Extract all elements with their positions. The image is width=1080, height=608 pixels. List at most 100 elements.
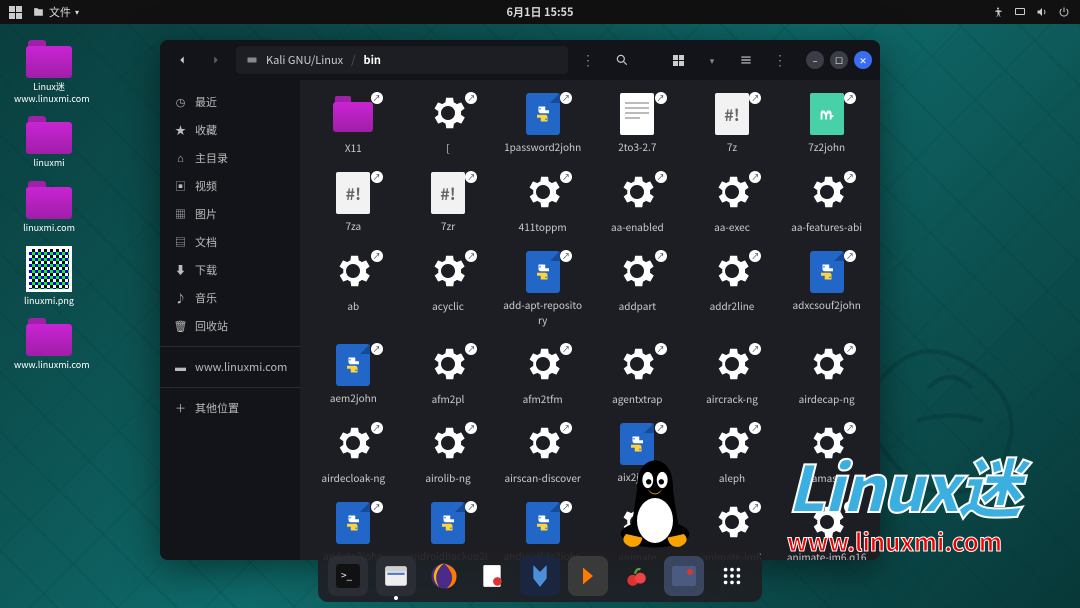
file-item[interactable]: ↗7z2john xyxy=(783,88,870,163)
back-button[interactable] xyxy=(168,46,196,74)
dock-burp[interactable] xyxy=(568,556,608,596)
clock[interactable]: 6月1日 15:55 xyxy=(506,4,573,20)
python-icon xyxy=(336,502,370,544)
file-item[interactable]: ↗aix2john xyxy=(594,418,681,493)
file-label: afm2pl xyxy=(407,391,490,406)
file-label: ab xyxy=(312,298,395,313)
symlink-icon: ↗ xyxy=(844,250,856,262)
file-item[interactable]: ↗aa-exec xyxy=(689,167,776,242)
sidebar-item[interactable]: ▤文档 xyxy=(160,228,300,256)
file-item[interactable]: ↗airolib-ng xyxy=(405,418,492,493)
file-item[interactable]: ↗amass xyxy=(783,418,870,493)
file-item[interactable]: ↗[ xyxy=(405,88,492,163)
file-item[interactable]: ↗agentxtrap xyxy=(594,339,681,414)
dock-cherrytree[interactable] xyxy=(616,556,656,596)
file-item[interactable]: ↗411toppm xyxy=(499,167,586,242)
dock-firefox[interactable] xyxy=(424,556,464,596)
sidebar-item[interactable]: ♪音乐 xyxy=(160,284,300,312)
gear-icon xyxy=(331,250,375,294)
file-item[interactable]: ↗airscan-discover xyxy=(499,418,586,493)
file-item[interactable]: ↗aleph xyxy=(689,418,776,493)
file-label: 2to3-2.7 xyxy=(596,139,679,154)
file-item[interactable]: ↗1password2john xyxy=(499,88,586,163)
path-menu-button[interactable]: ⋮ xyxy=(574,46,602,74)
file-item[interactable]: ↗aircrack-ng xyxy=(689,339,776,414)
dock-recorder[interactable] xyxy=(664,556,704,596)
desktop-item[interactable]: www.linuxmi.com xyxy=(14,318,84,371)
sidebar-item[interactable]: ▣视频 xyxy=(160,172,300,200)
file-item[interactable]: ↗add-apt-repository xyxy=(499,246,586,335)
sidebar-item[interactable]: ▦图片 xyxy=(160,200,300,228)
sidebar-item[interactable]: ★收藏 xyxy=(160,116,300,144)
accessibility-icon[interactable] xyxy=(992,6,1004,18)
sidebar-item[interactable]: ⬇下载 xyxy=(160,256,300,284)
file-item[interactable]: ↗aem2john xyxy=(310,339,397,414)
file-item[interactable]: ↗airdecloak-ng xyxy=(310,418,397,493)
file-item[interactable]: ↗ab xyxy=(310,246,397,335)
file-item[interactable]: ↗#!7z xyxy=(689,88,776,163)
script-icon: #! xyxy=(715,93,749,135)
app-menu[interactable]: 文件 ▾ xyxy=(32,4,79,20)
activities-icon[interactable] xyxy=(8,5,22,19)
path-bar[interactable]: Kali GNU/Linux / bin xyxy=(236,46,568,74)
file-manager-window: Kali GNU/Linux / bin ⋮ ▾ ⋮ – ☐ ✕ ◷最近★收藏⌂… xyxy=(160,40,880,560)
gear-icon xyxy=(426,422,470,466)
screen-icon[interactable] xyxy=(1014,6,1026,18)
file-item[interactable]: ↗addpart xyxy=(594,246,681,335)
script-icon: #! xyxy=(431,172,465,214)
file-label: 7za xyxy=(312,218,395,233)
dock-terminal[interactable]: >_ xyxy=(328,556,368,596)
file-item[interactable]: ↗aa-features-abi xyxy=(783,167,870,242)
file-label: aa-features-abi xyxy=(785,219,868,234)
kebab-menu[interactable]: ⋮ xyxy=(766,46,794,74)
file-label: airscan-discover xyxy=(501,470,584,485)
view-grid-button[interactable] xyxy=(664,46,692,74)
desktop-item[interactable]: linuxmi.com xyxy=(14,181,84,234)
sidebar-item-label: 文档 xyxy=(195,234,217,250)
file-label: aem2john xyxy=(312,390,395,405)
gear-icon xyxy=(426,343,470,387)
file-item[interactable]: ↗afm2tfm xyxy=(499,339,586,414)
dock-apps[interactable] xyxy=(712,556,752,596)
sidebar-item[interactable]: 🗑回收站 xyxy=(160,312,300,340)
clock-icon: ◷ xyxy=(174,96,187,109)
file-content-area[interactable]: ↗X11↗[↗1password2john↗2to3-2.7↗#!7z↗7z2j… xyxy=(300,80,880,560)
sidebar-item[interactable]: ⌂主目录 xyxy=(160,144,300,172)
file-item[interactable]: ↗X11 xyxy=(310,88,397,163)
file-item[interactable]: ↗animate-im6.q16 xyxy=(783,497,870,560)
view-dropdown[interactable]: ▾ xyxy=(698,46,726,74)
file-item[interactable]: ↗#!7za xyxy=(310,167,397,242)
desktop-item[interactable]: linuxmi.png xyxy=(14,246,84,307)
sidebar-item[interactable]: ▬www.linuxmi.com xyxy=(160,353,300,381)
forward-button[interactable] xyxy=(202,46,230,74)
desktop-item-label: www.linuxmi.com xyxy=(14,359,84,371)
file-item[interactable]: ↗2to3-2.7 xyxy=(594,88,681,163)
gear-icon xyxy=(710,250,754,294)
sidebar-item[interactable]: ＋其他位置 xyxy=(160,394,300,422)
volume-icon[interactable] xyxy=(1036,6,1048,18)
window-header: Kali GNU/Linux / bin ⋮ ▾ ⋮ – ☐ ✕ xyxy=(160,40,880,80)
search-button[interactable] xyxy=(608,46,636,74)
power-icon[interactable] xyxy=(1058,6,1070,18)
star-icon: ★ xyxy=(174,124,187,137)
maximize-button[interactable]: ☐ xyxy=(830,51,848,69)
gear-icon xyxy=(805,171,849,215)
file-item[interactable]: ↗afm2pl xyxy=(405,339,492,414)
file-item[interactable]: ↗#!7zr xyxy=(405,167,492,242)
dock-editor[interactable] xyxy=(472,556,512,596)
desktop-item-label: linuxmi xyxy=(14,157,84,169)
desktop-item[interactable]: Linux迷 www.linuxmi.com xyxy=(14,40,84,104)
file-item[interactable]: ↗aa-enabled xyxy=(594,167,681,242)
file-item[interactable]: ↗airdecap-ng xyxy=(783,339,870,414)
sidebar-item[interactable]: ◷最近 xyxy=(160,88,300,116)
desktop-item[interactable]: linuxmi xyxy=(14,116,84,169)
file-item[interactable]: ↗adxcsouf2john xyxy=(783,246,870,335)
python-icon xyxy=(526,502,560,544)
hamburger-menu[interactable] xyxy=(732,46,760,74)
file-item[interactable]: ↗acyclic xyxy=(405,246,492,335)
file-item[interactable]: ↗addr2line xyxy=(689,246,776,335)
minimize-button[interactable]: – xyxy=(806,51,824,69)
close-button[interactable]: ✕ xyxy=(854,51,872,69)
dock-metasploit[interactable] xyxy=(520,556,560,596)
dock-files[interactable] xyxy=(376,556,416,596)
